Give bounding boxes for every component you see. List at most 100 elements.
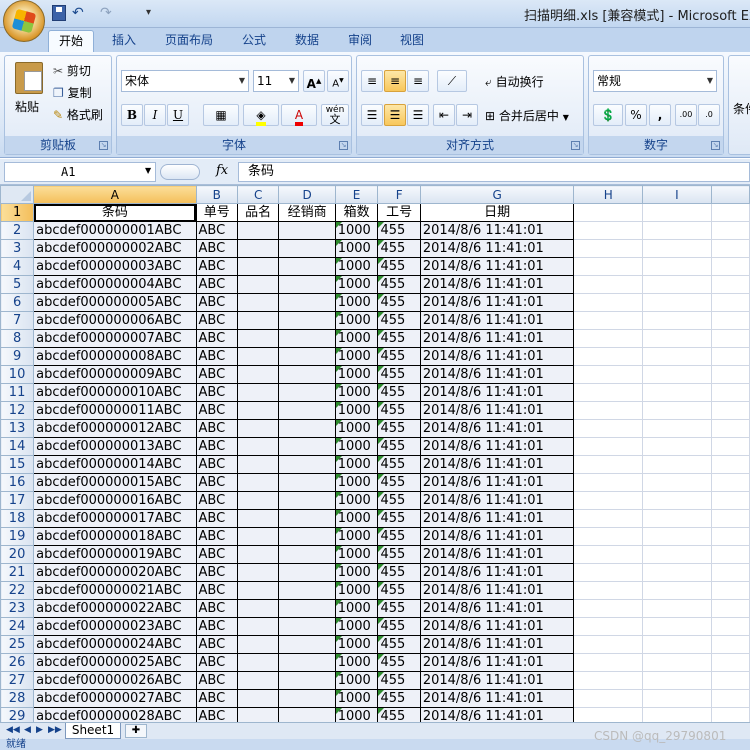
empty-cell[interactable] [642,689,712,708]
data-cell[interactable]: ABC [195,545,238,564]
data-cell[interactable]: abcdef000000028ABC [33,707,197,722]
empty-cell[interactable] [710,599,750,618]
empty-cell[interactable] [642,203,712,222]
data-cell[interactable]: 2014/8/6 11:41:01 [419,455,575,474]
data-cell[interactable]: abcdef000000008ABC [33,347,197,366]
column-header-j[interactable] [710,185,750,204]
empty-cell[interactable] [573,563,644,582]
empty-cell[interactable] [710,527,750,546]
data-cell[interactable]: 455 [377,491,421,510]
data-cell[interactable]: abcdef000000005ABC [33,293,197,312]
data-cell[interactable]: ABC [195,599,238,618]
empty-cell[interactable] [573,329,644,348]
phonetic-button[interactable]: wén 文 [321,104,349,126]
select-all-corner[interactable] [0,185,35,204]
data-cell[interactable] [278,509,336,528]
data-cell[interactable]: abcdef000000012ABC [33,419,197,438]
dialog-launcher-icon[interactable]: ↘ [571,141,580,150]
data-cell[interactable]: 1000 [334,221,379,240]
data-cell[interactable]: 2014/8/6 11:41:01 [419,509,575,528]
empty-cell[interactable] [710,401,750,420]
tab-view[interactable]: 视图 [390,30,434,52]
insert-function-icon[interactable]: fx [216,163,228,178]
data-cell[interactable]: 455 [377,239,421,258]
row-header[interactable]: 26 [0,653,35,672]
undo-icon[interactable]: ↶ [72,5,96,21]
data-cell[interactable] [278,437,336,456]
data-cell[interactable]: 1000 [334,689,379,708]
decrease-decimal-icon[interactable]: .0 [698,104,720,126]
data-cell[interactable]: abcdef000000017ABC [33,509,197,528]
fill-color-button[interactable]: ◈ [243,104,279,126]
orientation-icon[interactable]: ⟋ [437,70,467,92]
data-cell[interactable]: 2014/8/6 11:41:01 [419,635,575,654]
data-cell[interactable]: abcdef000000027ABC [33,689,197,708]
data-cell[interactable] [278,635,336,654]
empty-cell[interactable] [642,257,712,276]
data-cell[interactable]: ABC [195,365,238,384]
column-header-d[interactable]: D [278,185,336,204]
data-cell[interactable]: 2014/8/6 11:41:01 [419,689,575,708]
data-cell[interactable]: abcdef000000013ABC [33,437,197,456]
data-cell[interactable]: 2014/8/6 11:41:01 [419,653,575,672]
font-size-select[interactable]: 11 ▼ [253,70,299,92]
header-cell[interactable]: 日期 [419,203,575,222]
data-cell[interactable] [236,473,280,492]
number-format-select[interactable]: 常规 ▼ [593,70,717,92]
empty-cell[interactable] [642,707,712,722]
empty-cell[interactable] [573,347,644,366]
data-cell[interactable]: abcdef000000015ABC [33,473,197,492]
data-cell[interactable] [236,257,280,276]
data-cell[interactable]: ABC [195,257,238,276]
data-cell[interactable]: abcdef000000010ABC [33,383,197,402]
empty-cell[interactable] [642,347,712,366]
data-cell[interactable]: 2014/8/6 11:41:01 [419,239,575,258]
data-cell[interactable]: 455 [377,653,421,672]
empty-cell[interactable] [710,689,750,708]
conditional-format-button[interactable]: 条件 [733,100,750,117]
data-cell[interactable] [278,563,336,582]
data-cell[interactable]: abcdef000000011ABC [33,401,197,420]
data-cell[interactable]: 455 [377,635,421,654]
empty-cell[interactable] [642,599,712,618]
data-cell[interactable]: 455 [377,671,421,690]
row-header[interactable]: 7 [0,311,35,330]
empty-cell[interactable] [642,671,712,690]
sheet-tab-sheet1[interactable]: Sheet1 [65,723,121,739]
empty-cell[interactable] [710,293,750,312]
data-cell[interactable]: 455 [377,707,421,722]
empty-cell[interactable] [710,311,750,330]
empty-cell[interactable] [573,383,644,402]
column-header-c[interactable]: C [236,185,280,204]
next-sheet-icon[interactable]: ▶ [36,725,43,735]
data-cell[interactable]: 1000 [334,635,379,654]
data-cell[interactable]: abcdef000000019ABC [33,545,197,564]
empty-cell[interactable] [642,653,712,672]
data-cell[interactable]: 455 [377,617,421,636]
data-cell[interactable] [278,671,336,690]
empty-cell[interactable] [573,545,644,564]
empty-cell[interactable] [642,527,712,546]
data-cell[interactable] [278,617,336,636]
data-cell[interactable]: 1000 [334,347,379,366]
data-cell[interactable] [236,599,280,618]
data-cell[interactable] [236,707,280,722]
first-sheet-icon[interactable]: ◀◀ [6,725,20,735]
currency-icon[interactable]: 💲 [593,104,623,126]
data-cell[interactable]: 455 [377,329,421,348]
align-bottom-icon[interactable]: ≡ [407,70,429,92]
empty-cell[interactable] [642,437,712,456]
empty-cell[interactable] [710,419,750,438]
data-cell[interactable]: 2014/8/6 11:41:01 [419,365,575,384]
data-cell[interactable]: abcdef000000023ABC [33,617,197,636]
tab-home[interactable]: 开始 [48,30,94,52]
empty-cell[interactable] [710,455,750,474]
dialog-launcher-icon[interactable]: ↘ [711,141,720,150]
row-header[interactable]: 11 [0,383,35,402]
data-cell[interactable]: 455 [377,221,421,240]
empty-cell[interactable] [573,491,644,510]
data-cell[interactable]: 2014/8/6 11:41:01 [419,581,575,600]
header-cell[interactable]: 单号 [195,203,238,222]
empty-cell[interactable] [573,473,644,492]
empty-cell[interactable] [642,293,712,312]
